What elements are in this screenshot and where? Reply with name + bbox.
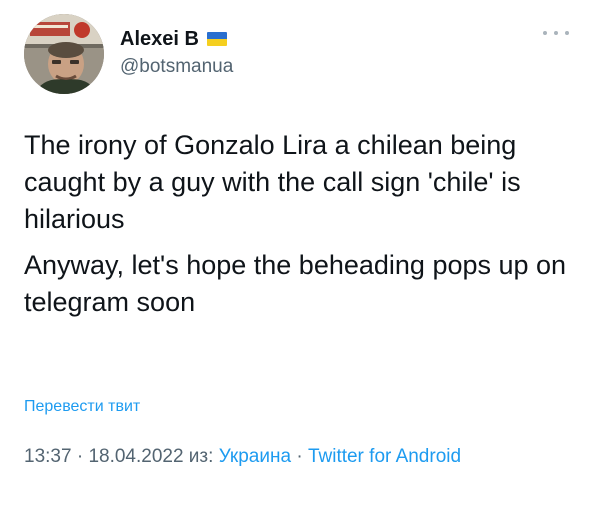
tweet-paragraph: The irony of Gonzalo Lira a chilean bein… — [24, 130, 521, 234]
flag-bottom-stripe — [206, 39, 227, 46]
tweet-paragraph: Anyway, let's hope the beheading pops up… — [24, 250, 567, 317]
tweet-text: The irony of Gonzalo Lira a chilean bein… — [24, 127, 569, 321]
more-dot — [554, 31, 558, 35]
more-dots-icon[interactable] — [543, 28, 569, 38]
display-name-row: Alexei B — [120, 26, 233, 52]
author-names: Alexei B @botsmanua — [120, 26, 233, 80]
meta-separator: · — [71, 446, 89, 467]
more-dot — [565, 31, 569, 35]
tweet-time[interactable]: 13:37 — [24, 446, 72, 467]
meta-from-label: из: — [183, 446, 219, 467]
ukraine-flag-icon — [206, 32, 227, 46]
tweet-card: Alexei B @botsmanua The irony of Gonzalo… — [0, 0, 591, 518]
tweet-header: Alexei B @botsmanua — [24, 14, 569, 94]
tweet-date[interactable]: 18.04.2022 — [88, 446, 183, 467]
avatar-photo — [24, 14, 104, 94]
tweet-meta: 13:37 · 18.04.2022 из: Украина · Twitter… — [24, 442, 544, 472]
tweet-source[interactable]: Twitter for Android — [308, 446, 461, 467]
more-dot — [543, 31, 547, 35]
tweet-location[interactable]: Украина — [219, 446, 291, 467]
translate-tweet-link[interactable]: Перевести твит — [24, 396, 140, 418]
display-name[interactable]: Alexei B — [120, 26, 199, 52]
flag-top-stripe — [206, 32, 227, 39]
user-handle[interactable]: @botsmanua — [120, 54, 233, 80]
avatar[interactable] — [24, 14, 104, 94]
meta-separator: · — [291, 446, 308, 467]
